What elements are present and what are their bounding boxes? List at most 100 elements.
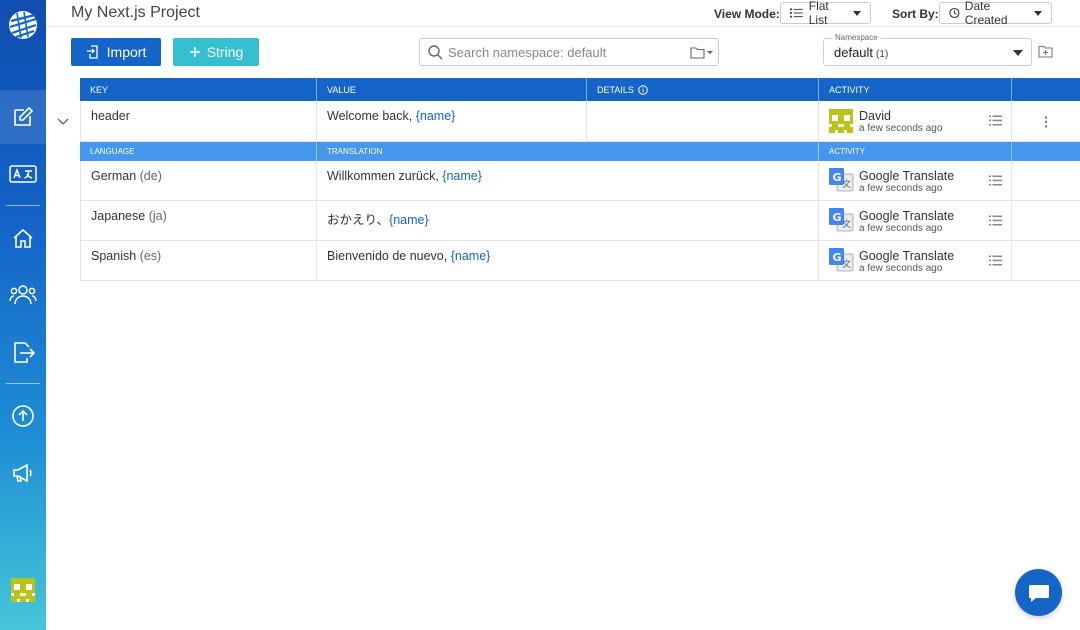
header-language: LANGUAGE bbox=[90, 147, 135, 156]
clock-icon bbox=[949, 7, 960, 19]
header-value: VALUE bbox=[316, 78, 586, 101]
sidebar-item-home[interactable] bbox=[0, 212, 46, 266]
chat-bubble-icon bbox=[1028, 584, 1049, 602]
translation-cell[interactable]: おかえり、{name} bbox=[316, 201, 818, 240]
google-translate-icon: 文 G bbox=[829, 208, 854, 232]
export-icon bbox=[14, 342, 36, 363]
placeholder-token: {name} bbox=[389, 213, 429, 227]
google-translate-icon: 文 G bbox=[829, 168, 854, 192]
sidebar-item-translations[interactable] bbox=[0, 147, 46, 201]
activity-user: Google Translate bbox=[859, 249, 955, 263]
folder-dropdown-icon[interactable] bbox=[690, 46, 714, 59]
actions-cell bbox=[1011, 241, 1080, 280]
translation-cell[interactable]: Bienvenido de nuevo, {name} bbox=[316, 241, 818, 280]
view-mode-label: View Mode: bbox=[714, 7, 780, 21]
history-list-icon[interactable] bbox=[989, 215, 1002, 226]
table-row[interactable]: header Welcome back, {name} David a few … bbox=[80, 101, 1080, 142]
import-label: Import bbox=[106, 44, 147, 60]
actions-cell bbox=[1011, 161, 1080, 200]
header-actions bbox=[1011, 142, 1080, 161]
translation-row[interactable]: German (de) Willkommen zurück, {name} 文 … bbox=[80, 161, 1080, 201]
user-avatar[interactable] bbox=[11, 578, 35, 602]
plus-icon bbox=[189, 47, 200, 57]
search-input[interactable] bbox=[448, 39, 683, 65]
sort-by-value: Date Created bbox=[964, 0, 1008, 27]
search-box bbox=[419, 38, 719, 66]
home-icon bbox=[13, 228, 33, 248]
info-icon[interactable] bbox=[638, 84, 648, 95]
activity-user: Google Translate bbox=[859, 209, 955, 223]
svg-text:G: G bbox=[833, 171, 842, 184]
actions-cell bbox=[1011, 201, 1080, 240]
search-icon bbox=[428, 45, 443, 60]
activity-cell: David a few seconds ago bbox=[818, 101, 1011, 141]
key-cell: header bbox=[80, 101, 316, 141]
language-cell: German (de) bbox=[80, 161, 316, 200]
translate-icon bbox=[9, 165, 37, 183]
sort-by-dropdown[interactable]: Date Created bbox=[939, 0, 1052, 27]
upload-icon bbox=[12, 405, 34, 427]
sort-by-label: Sort By: bbox=[892, 7, 939, 21]
view-mode-value: Flat List bbox=[808, 0, 829, 27]
sidebar-item-editor[interactable] bbox=[0, 90, 46, 144]
history-list-icon[interactable] bbox=[989, 255, 1002, 266]
svg-text:G: G bbox=[833, 211, 842, 224]
header-key: KEY bbox=[90, 84, 109, 95]
translation-row[interactable]: Japanese (ja) おかえり、{name} 文 G Google Tra… bbox=[80, 201, 1080, 241]
sidebar-item-team[interactable] bbox=[0, 267, 46, 321]
translation-cell[interactable]: Willkommen zurück, {name} bbox=[316, 161, 818, 200]
activity-time: a few seconds ago bbox=[859, 263, 943, 274]
history-list-icon[interactable] bbox=[989, 175, 1002, 186]
header-activity: ACTIVITY bbox=[818, 142, 1011, 161]
megaphone-icon bbox=[13, 463, 32, 483]
chevron-down-icon bbox=[1034, 10, 1042, 16]
activity-user: Google Translate bbox=[859, 169, 955, 183]
import-button[interactable]: Import bbox=[71, 38, 161, 66]
namespace-value: default (1) bbox=[834, 45, 889, 60]
sidebar-item-announcements[interactable] bbox=[0, 446, 46, 500]
activity-cell: 文 G Google Translate a few seconds ago bbox=[818, 241, 1011, 280]
table-header: KEY VALUE DETAILS ACTIVITY bbox=[80, 78, 1080, 101]
translation-row[interactable]: Spanish (es) Bienvenido de nuevo, {name}… bbox=[80, 241, 1080, 281]
header-details: DETAILS bbox=[586, 78, 818, 101]
activity-cell: 文 G Google Translate a few seconds ago bbox=[818, 201, 1011, 240]
activity-cell: 文 G Google Translate a few seconds ago bbox=[818, 161, 1011, 200]
add-string-button[interactable]: String bbox=[173, 38, 259, 66]
details-cell[interactable] bbox=[586, 101, 818, 141]
chat-button[interactable] bbox=[1015, 569, 1062, 616]
header-actions bbox=[1011, 78, 1080, 101]
chevron-down-icon[interactable] bbox=[57, 116, 69, 126]
top-bar: My Next.js Project View Mode: Flat List … bbox=[46, 0, 1080, 27]
language-cell: Spanish (es) bbox=[80, 241, 316, 280]
view-mode-dropdown[interactable]: Flat List bbox=[780, 0, 871, 27]
add-string-label: String bbox=[206, 44, 244, 60]
chevron-down-icon bbox=[1013, 50, 1023, 56]
more-options-icon[interactable] bbox=[1044, 116, 1048, 128]
namespace-count: (1) bbox=[876, 49, 889, 60]
sidebar-item-upgrade[interactable] bbox=[0, 389, 46, 443]
value-cell[interactable]: Welcome back, {name} bbox=[316, 101, 586, 141]
svg-text:G: G bbox=[833, 251, 842, 264]
sidebar-item-export[interactable] bbox=[0, 325, 46, 379]
placeholder-token: {name} bbox=[450, 249, 491, 263]
project-title: My Next.js Project bbox=[71, 4, 200, 21]
user-avatar bbox=[829, 109, 853, 133]
namespace-select[interactable]: Namespace default (1) bbox=[823, 33, 1032, 66]
edit-icon bbox=[14, 106, 34, 126]
sidebar bbox=[0, 0, 46, 630]
activity-time: a few seconds ago bbox=[859, 223, 943, 234]
language-cell: Japanese (ja) bbox=[80, 201, 316, 240]
google-translate-icon: 文 G bbox=[829, 248, 854, 272]
activity-time: a few seconds ago bbox=[859, 123, 943, 134]
activity-user: David bbox=[859, 109, 891, 123]
history-list-icon[interactable] bbox=[989, 115, 1002, 126]
placeholder-token: {name} bbox=[442, 169, 482, 183]
translations-header: LANGUAGE TRANSLATION ACTIVITY bbox=[80, 142, 1080, 161]
placeholder-token: {name} bbox=[415, 109, 456, 123]
add-folder-icon[interactable] bbox=[1038, 45, 1053, 58]
users-icon bbox=[9, 285, 37, 305]
list-icon bbox=[790, 8, 803, 18]
header-translation: TRANSLATION bbox=[316, 142, 818, 161]
header-activity: ACTIVITY bbox=[818, 78, 1011, 101]
logo-globe-icon[interactable] bbox=[0, 0, 46, 50]
